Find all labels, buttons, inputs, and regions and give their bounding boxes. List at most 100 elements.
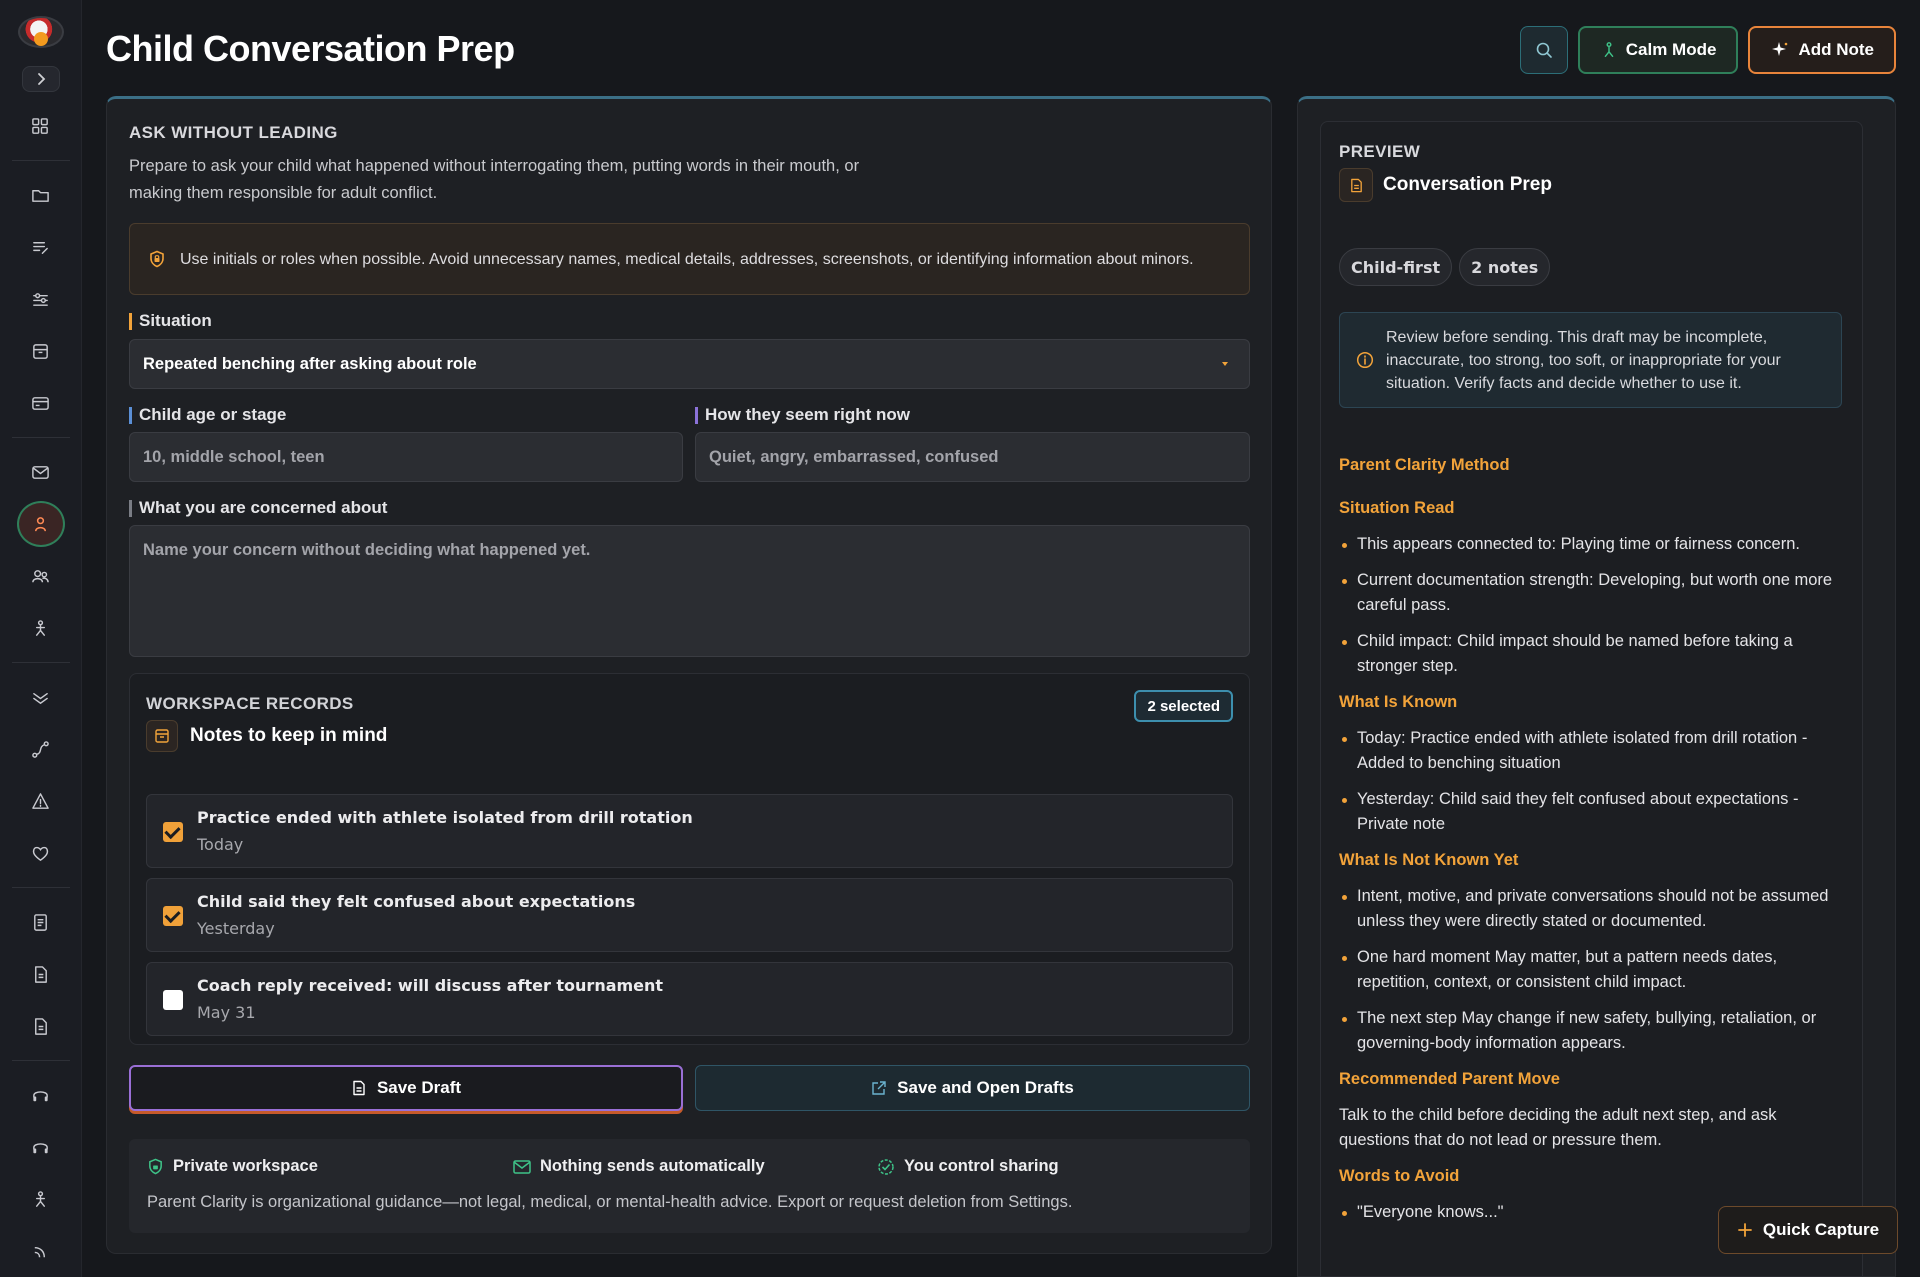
situation-label: Situation	[129, 311, 212, 331]
list-item: The next step May change if new safety, …	[1339, 1006, 1839, 1056]
chip-note-count: 2 notes	[1459, 248, 1551, 286]
sidebar-item-notes[interactable]	[17, 224, 65, 270]
app-logo[interactable]	[17, 16, 64, 48]
privacy-footer: Private workspace Nothing sends automati…	[129, 1139, 1250, 1233]
folder-icon	[32, 189, 49, 202]
concern-textarea[interactable]: Name your concern without deciding what …	[129, 525, 1250, 657]
sidebar-item-documents[interactable]	[17, 899, 65, 945]
archive-icon	[33, 343, 48, 359]
chevron-right-icon	[37, 73, 45, 85]
person-icon	[35, 1190, 46, 1207]
situation-select[interactable]: Repeated benching after asking about rol…	[129, 339, 1250, 389]
mood-placeholder: Quiet, angry, embarrassed, confused	[709, 447, 999, 466]
file-icon	[35, 965, 47, 983]
sidebar-item-child-prep[interactable]	[16, 501, 65, 547]
footer-assurances: Private workspace Nothing sends automati…	[147, 1157, 1059, 1176]
sidebar-item-wellbeing[interactable]	[17, 830, 65, 876]
situation-read-list: This appears connected to: Playing time …	[1339, 532, 1839, 679]
save-draft-button[interactable]: Save Draft	[129, 1065, 683, 1111]
records-title: Notes to keep in mind	[190, 725, 388, 746]
quick-capture-button[interactable]: Quick Capture	[1718, 1206, 1898, 1254]
sidebar-item-help[interactable]	[17, 1124, 65, 1170]
save-draft-label: Save Draft	[376, 1078, 462, 1097]
nav-divider	[11, 662, 70, 663]
sidebar-item-route[interactable]	[17, 726, 65, 772]
nav-divider	[11, 437, 70, 438]
concern-placeholder: Name your concern without deciding what …	[143, 541, 591, 559]
sidebar-item-messages[interactable]	[17, 449, 65, 495]
recommended-text: Talk to the child before deciding the ad…	[1339, 1106, 1777, 1149]
calm-mode-button[interactable]: Calm Mode	[1577, 26, 1739, 74]
chip-child-first: Child-first	[1339, 248, 1453, 286]
sidebar-item-dashboard[interactable]	[17, 103, 65, 149]
external-link-icon	[872, 1081, 886, 1095]
preview-kicker: PREVIEW	[1339, 142, 1421, 161]
record-checkbox[interactable]	[163, 906, 183, 926]
sidebar-item-safety[interactable]	[17, 778, 65, 824]
preview-title-row: Conversation Prep	[1339, 168, 1552, 202]
person-icon	[35, 619, 46, 636]
sidebar-expand-button[interactable]	[21, 66, 60, 92]
sidebar	[0, 0, 82, 1277]
people-icon	[32, 569, 49, 582]
person-icon	[1604, 42, 1614, 58]
sidebar-item-folders[interactable]	[17, 172, 65, 218]
sidebar-item-archive[interactable]	[17, 328, 65, 374]
list-item: Intent, motive, and private conversation…	[1339, 884, 1839, 934]
record-item[interactable]: Coach reply received: will discuss after…	[146, 962, 1233, 1036]
shield-lock-icon	[149, 1158, 162, 1175]
list-item: Current documentation strength: Developi…	[1339, 568, 1839, 618]
child-icon	[34, 516, 47, 531]
record-item[interactable]: Practice ended with athlete isolated fro…	[146, 794, 1233, 868]
headset-icon	[33, 1090, 48, 1101]
list-item: Child impact: Child impact should be nam…	[1339, 629, 1839, 679]
review-warning: Review before sending. This draft may be…	[1339, 312, 1842, 408]
assurance-control-sharing: You control sharing	[877, 1157, 1059, 1176]
records-title-row: Notes to keep in mind	[146, 720, 387, 752]
mood-input[interactable]: Quiet, angry, embarrassed, confused	[695, 432, 1250, 482]
feed-icon	[34, 1246, 46, 1257]
sidebar-item-profile[interactable]	[17, 1176, 65, 1222]
assurance-no-auto-send: Nothing sends automatically	[513, 1157, 877, 1176]
not-known-list: Intent, motive, and private conversation…	[1339, 884, 1839, 1056]
assurance-private: Private workspace	[147, 1157, 513, 1176]
grid-icon	[32, 117, 48, 134]
sidebar-item-feed[interactable]	[17, 1228, 65, 1274]
sidebar-item-athlete[interactable]	[17, 605, 65, 651]
records-kicker: WORKSPACE RECORDS	[146, 694, 354, 713]
search-button[interactable]	[1519, 26, 1568, 74]
add-note-button[interactable]: Add Note	[1748, 26, 1896, 74]
sidebar-item-people[interactable]	[17, 553, 65, 599]
card-icon	[32, 396, 49, 410]
list-item: Yesterday: Child said they felt confused…	[1339, 787, 1839, 837]
workspace-records: WORKSPACE RECORDS 2 selected Notes to ke…	[129, 673, 1250, 1045]
sidebar-item-files[interactable]	[17, 951, 65, 997]
record-checkbox[interactable]	[163, 990, 183, 1010]
avoid-heading: Words to Avoid	[1339, 1167, 1460, 1185]
doc-icon	[34, 913, 47, 931]
not-known-heading: What Is Not Known Yet	[1339, 851, 1519, 869]
child-age-label: Child age or stage	[129, 405, 286, 425]
recommended-heading: Recommended Parent Move	[1339, 1070, 1560, 1088]
save-open-drafts-label: Save and Open Drafts	[897, 1078, 1074, 1097]
notes-icon	[33, 241, 48, 254]
preview-body: Parent Clarity Method Situation Read Thi…	[1339, 456, 1839, 1239]
preview-card[interactable]: PREVIEW Conversation Prep Child-first 2 …	[1320, 121, 1863, 1276]
list-item: Today: Practice ended with athlete isola…	[1339, 726, 1839, 776]
situation-value: Repeated benching after asking about rol…	[143, 354, 477, 373]
child-age-placeholder: 10, middle school, teen	[143, 447, 325, 466]
sidebar-item-cards[interactable]	[17, 380, 65, 426]
record-item[interactable]: Child said they felt confused about expe…	[146, 878, 1233, 952]
save-open-drafts-button[interactable]: Save and Open Drafts	[695, 1065, 1250, 1111]
file-icon	[35, 1017, 47, 1035]
sidebar-item-escalation[interactable]	[17, 674, 65, 720]
sidebar-item-reports[interactable]	[17, 1003, 65, 1049]
child-age-input[interactable]: 10, middle school, teen	[129, 432, 683, 482]
info-icon	[1356, 351, 1374, 369]
preview-panel: PREVIEW Conversation Prep Child-first 2 …	[1297, 96, 1896, 1277]
record-checkbox[interactable]	[163, 822, 183, 842]
sidebar-item-support[interactable]	[17, 1072, 65, 1118]
document-icon	[1339, 168, 1373, 202]
sidebar-item-adjust[interactable]	[17, 276, 65, 322]
record-name: Practice ended with athlete isolated fro…	[197, 808, 693, 827]
